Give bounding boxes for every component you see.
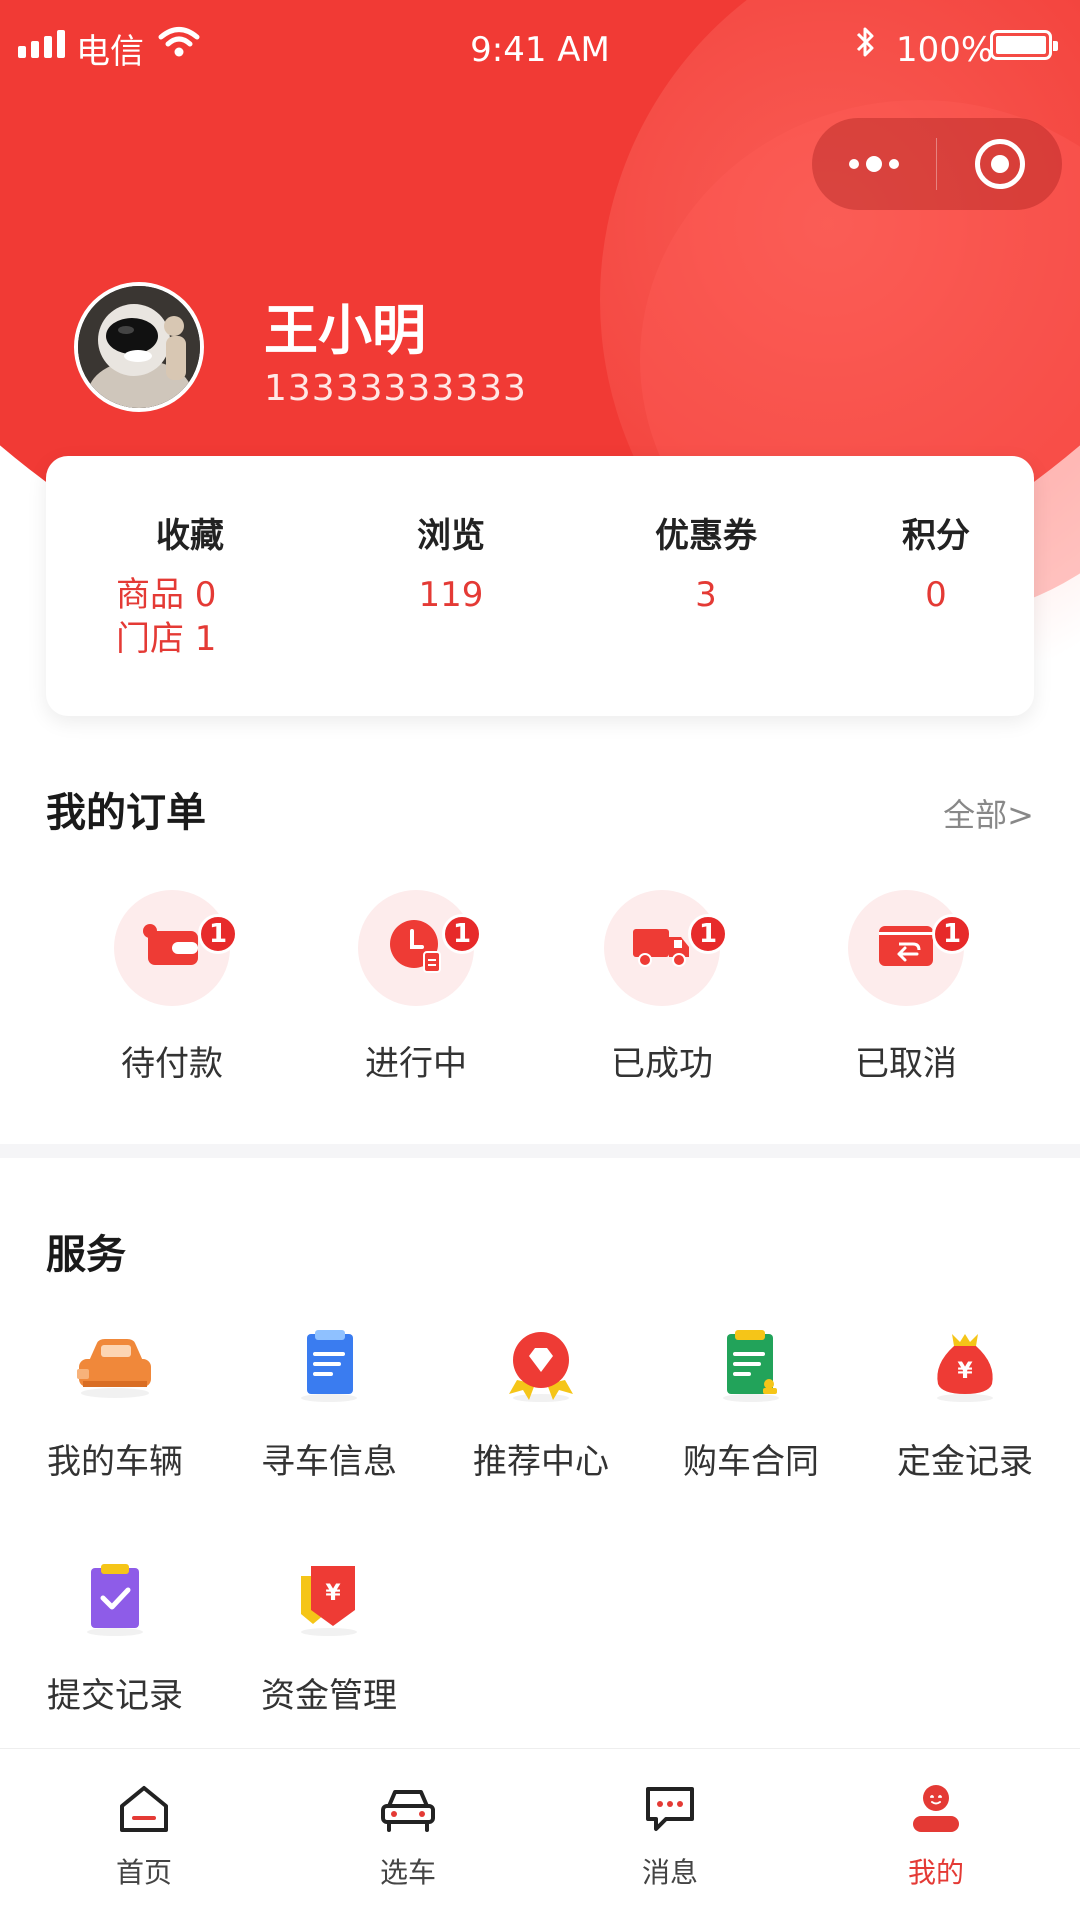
service-car-search-info[interactable]: 寻车信息: [224, 1320, 434, 1483]
service-submission-records[interactable]: 提交记录: [10, 1554, 220, 1717]
avatar[interactable]: [74, 282, 204, 412]
user-icon: [856, 1779, 1016, 1839]
money-bag-icon: ¥: [860, 1320, 1070, 1412]
order-label: 已取消: [855, 1044, 957, 1084]
order-label: 待付款: [121, 1044, 223, 1084]
close-miniprogram-button[interactable]: [937, 139, 1062, 189]
user-name: 王小明: [264, 299, 426, 362]
tab-label: 消息: [641, 1856, 698, 1889]
stat-coupons[interactable]: 优惠券 3: [596, 508, 816, 617]
stat-value: 0: [925, 575, 947, 615]
more-options-button[interactable]: [812, 156, 936, 172]
document-icon: [224, 1320, 434, 1412]
service-label: 提交记录: [47, 1676, 183, 1716]
battery-percent: 100%: [896, 30, 994, 70]
service-label: 购车合同: [683, 1442, 819, 1482]
wallet-icon: [142, 923, 202, 973]
tab-choose-car[interactable]: 选车: [328, 1779, 488, 1891]
user-phone: 13333333333: [264, 368, 527, 409]
service-label: 推荐中心: [473, 1442, 609, 1482]
order-completed[interactable]: 1 已成功: [562, 890, 762, 1085]
stat-title: 浏览: [417, 516, 485, 556]
service-label: 定金记录: [897, 1442, 1033, 1482]
truck-icon: [631, 923, 693, 973]
stat-favorites[interactable]: 收藏 商品 0 门店 1: [116, 508, 306, 661]
car-outline-icon: [328, 1779, 488, 1839]
tab-messages[interactable]: 消息: [590, 1779, 750, 1891]
order-count-badge: 1: [932, 914, 972, 954]
target-icon: [974, 139, 1025, 189]
svg-text:¥: ¥: [325, 1581, 341, 1606]
svg-text:¥: ¥: [957, 1359, 973, 1384]
stat-value: 3: [695, 575, 717, 615]
return-icon: [877, 922, 935, 974]
services-section-title: 服务: [46, 1232, 126, 1278]
fund-icon: ¥: [224, 1554, 434, 1646]
orders-section-title: 我的订单: [46, 790, 206, 836]
stat-value: 119: [418, 575, 484, 615]
order-count-badge: 1: [442, 914, 482, 954]
favorites-stores-count: 门店 1: [116, 619, 217, 660]
stat-title: 优惠券: [655, 516, 757, 556]
clock-icon: [388, 918, 444, 978]
stat-title: 积分: [902, 516, 970, 556]
order-pending-payment[interactable]: 1 待付款: [72, 890, 272, 1085]
tab-mine[interactable]: 我的: [856, 1779, 1016, 1891]
favorites-goods-count: 商品 0: [116, 575, 217, 615]
status-bar: 电信 9:41 AM 100%: [0, 0, 1080, 100]
message-icon: [590, 1779, 750, 1839]
service-recommendation-center[interactable]: 推荐中心: [436, 1320, 646, 1483]
service-deposit-records[interactable]: ¥ 定金记录: [860, 1320, 1070, 1483]
order-in-progress[interactable]: 1 进行中: [316, 890, 516, 1085]
bluetooth-icon: [855, 24, 877, 64]
tab-label: 我的: [907, 1856, 964, 1889]
orders-view-all-link[interactable]: 全部>: [943, 790, 1034, 836]
tab-label: 选车: [379, 1856, 436, 1889]
checklist-icon: [10, 1554, 220, 1646]
order-count-badge: 1: [198, 914, 238, 954]
service-fund-management[interactable]: ¥ 资金管理: [224, 1554, 434, 1717]
stat-browse[interactable]: 浏览 119: [346, 508, 556, 617]
miniprogram-capsule: [812, 118, 1062, 210]
home-icon: [64, 1779, 224, 1839]
tab-home[interactable]: 首页: [64, 1779, 224, 1891]
service-label: 资金管理: [261, 1676, 397, 1716]
contract-icon: [646, 1320, 856, 1412]
bottom-tab-bar: 首页 选车 消息 我的: [0, 1748, 1080, 1920]
section-divider: [0, 1144, 1080, 1158]
order-label: 进行中: [365, 1044, 467, 1084]
service-label: 寻车信息: [261, 1442, 397, 1482]
diamond-badge-icon: [436, 1320, 646, 1412]
battery-icon: [990, 30, 1058, 60]
order-count-badge: 1: [688, 914, 728, 954]
order-label: 已成功: [611, 1044, 713, 1084]
service-label: 我的车辆: [47, 1442, 183, 1482]
stat-points[interactable]: 积分 0: [866, 508, 1006, 617]
service-purchase-contract[interactable]: 购车合同: [646, 1320, 856, 1483]
stat-title: 收藏: [156, 516, 224, 556]
service-my-vehicles[interactable]: 我的车辆: [10, 1320, 220, 1483]
car-icon: [10, 1320, 220, 1412]
tab-label: 首页: [115, 1856, 172, 1889]
order-cancelled[interactable]: 1 已取消: [806, 890, 1006, 1085]
stats-card: 收藏 商品 0 门店 1 浏览 119 优惠券 3 积分 0: [46, 456, 1034, 716]
